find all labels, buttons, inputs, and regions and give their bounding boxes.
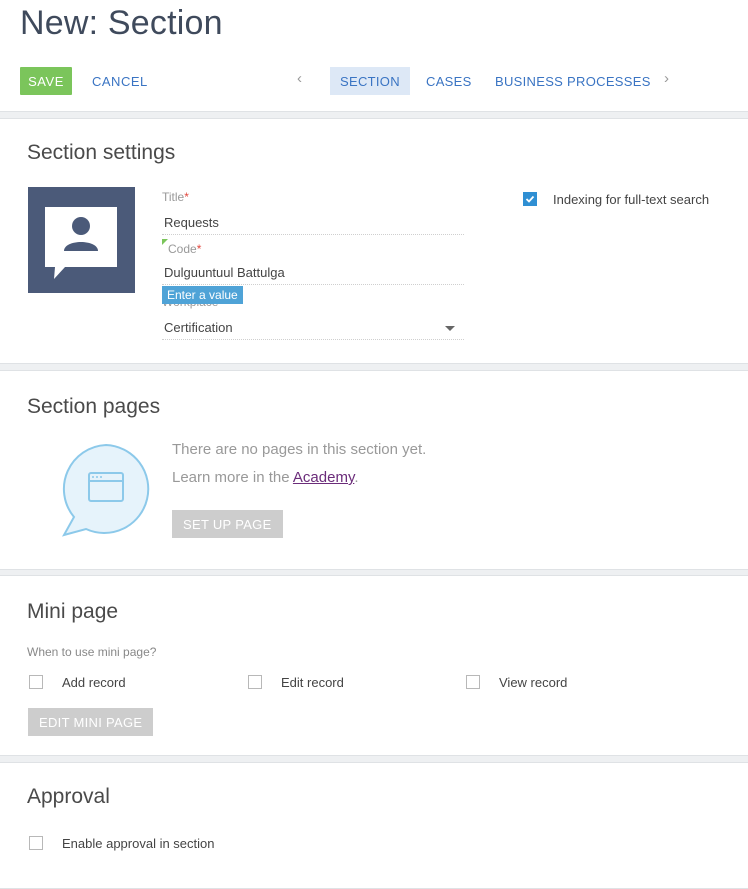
title-field-underline <box>162 234 464 235</box>
learn-more-text: Learn more in the Academy. <box>172 469 359 486</box>
cancel-button[interactable]: CANCEL <box>92 67 148 95</box>
indexing-checkbox[interactable] <box>523 192 537 206</box>
section-settings-card: Section settings Title* Requests Code* D… <box>0 118 748 364</box>
tab-cases[interactable]: CASES <box>416 67 482 95</box>
add-record-checkbox[interactable] <box>29 675 43 689</box>
workplace-select[interactable]: Certification <box>164 320 233 335</box>
tabs-next-icon[interactable]: › <box>664 70 669 87</box>
validation-tooltip: Enter a value <box>162 286 243 304</box>
save-button[interactable]: SAVE <box>20 67 72 95</box>
enable-approval-label: Enable approval in section <box>62 836 215 851</box>
code-label: Code* <box>168 242 202 256</box>
section-image[interactable] <box>28 187 135 293</box>
edit-mini-page-button[interactable]: EDIT MINI PAGE <box>28 708 154 736</box>
edit-record-label: Edit record <box>281 675 344 690</box>
view-record-label: View record <box>499 675 568 690</box>
empty-pages-message: There are no pages in this section yet. <box>172 441 427 458</box>
person-speech-bubble-icon <box>45 207 117 279</box>
workplace-select-underline <box>162 339 464 340</box>
mini-page-title: Mini page <box>27 600 119 623</box>
mini-page-question: When to use mini page? <box>27 645 157 659</box>
title-field[interactable]: Requests <box>164 215 219 230</box>
section-pages-card: Section pages There are no pages in this… <box>0 370 748 570</box>
page-speech-bubble-icon <box>61 443 150 537</box>
code-field[interactable]: Dulguuntuul Battulga <box>164 265 285 280</box>
title-label: Title* <box>162 190 189 204</box>
page-header: New: Section SAVE CANCEL ‹ SECTION CASES… <box>0 0 748 112</box>
section-settings-title: Section settings <box>27 141 176 164</box>
code-field-underline <box>162 284 464 285</box>
tab-business-processes[interactable]: BUSINESS PROCESSES <box>485 67 661 95</box>
academy-link[interactable]: Academy <box>293 469 354 486</box>
chevron-down-icon[interactable] <box>445 326 455 331</box>
view-record-checkbox[interactable] <box>466 675 480 689</box>
approval-card: Approval Enable approval in section <box>0 762 748 889</box>
enable-approval-checkbox[interactable] <box>29 836 43 850</box>
indexing-label: Indexing for full-text search <box>553 192 710 207</box>
tabs-prev-icon[interactable]: ‹ <box>297 70 302 87</box>
add-record-label: Add record <box>62 675 126 690</box>
tab-section[interactable]: SECTION <box>330 67 410 95</box>
approval-title: Approval <box>27 785 110 808</box>
mini-page-card: Mini page When to use mini page? Add rec… <box>0 575 748 756</box>
section-pages-title: Section pages <box>27 395 161 418</box>
page-title: New: Section <box>20 4 223 42</box>
checkmark-icon <box>525 195 535 203</box>
edit-record-checkbox[interactable] <box>248 675 262 689</box>
set-up-page-button[interactable]: SET UP PAGE <box>172 510 283 538</box>
